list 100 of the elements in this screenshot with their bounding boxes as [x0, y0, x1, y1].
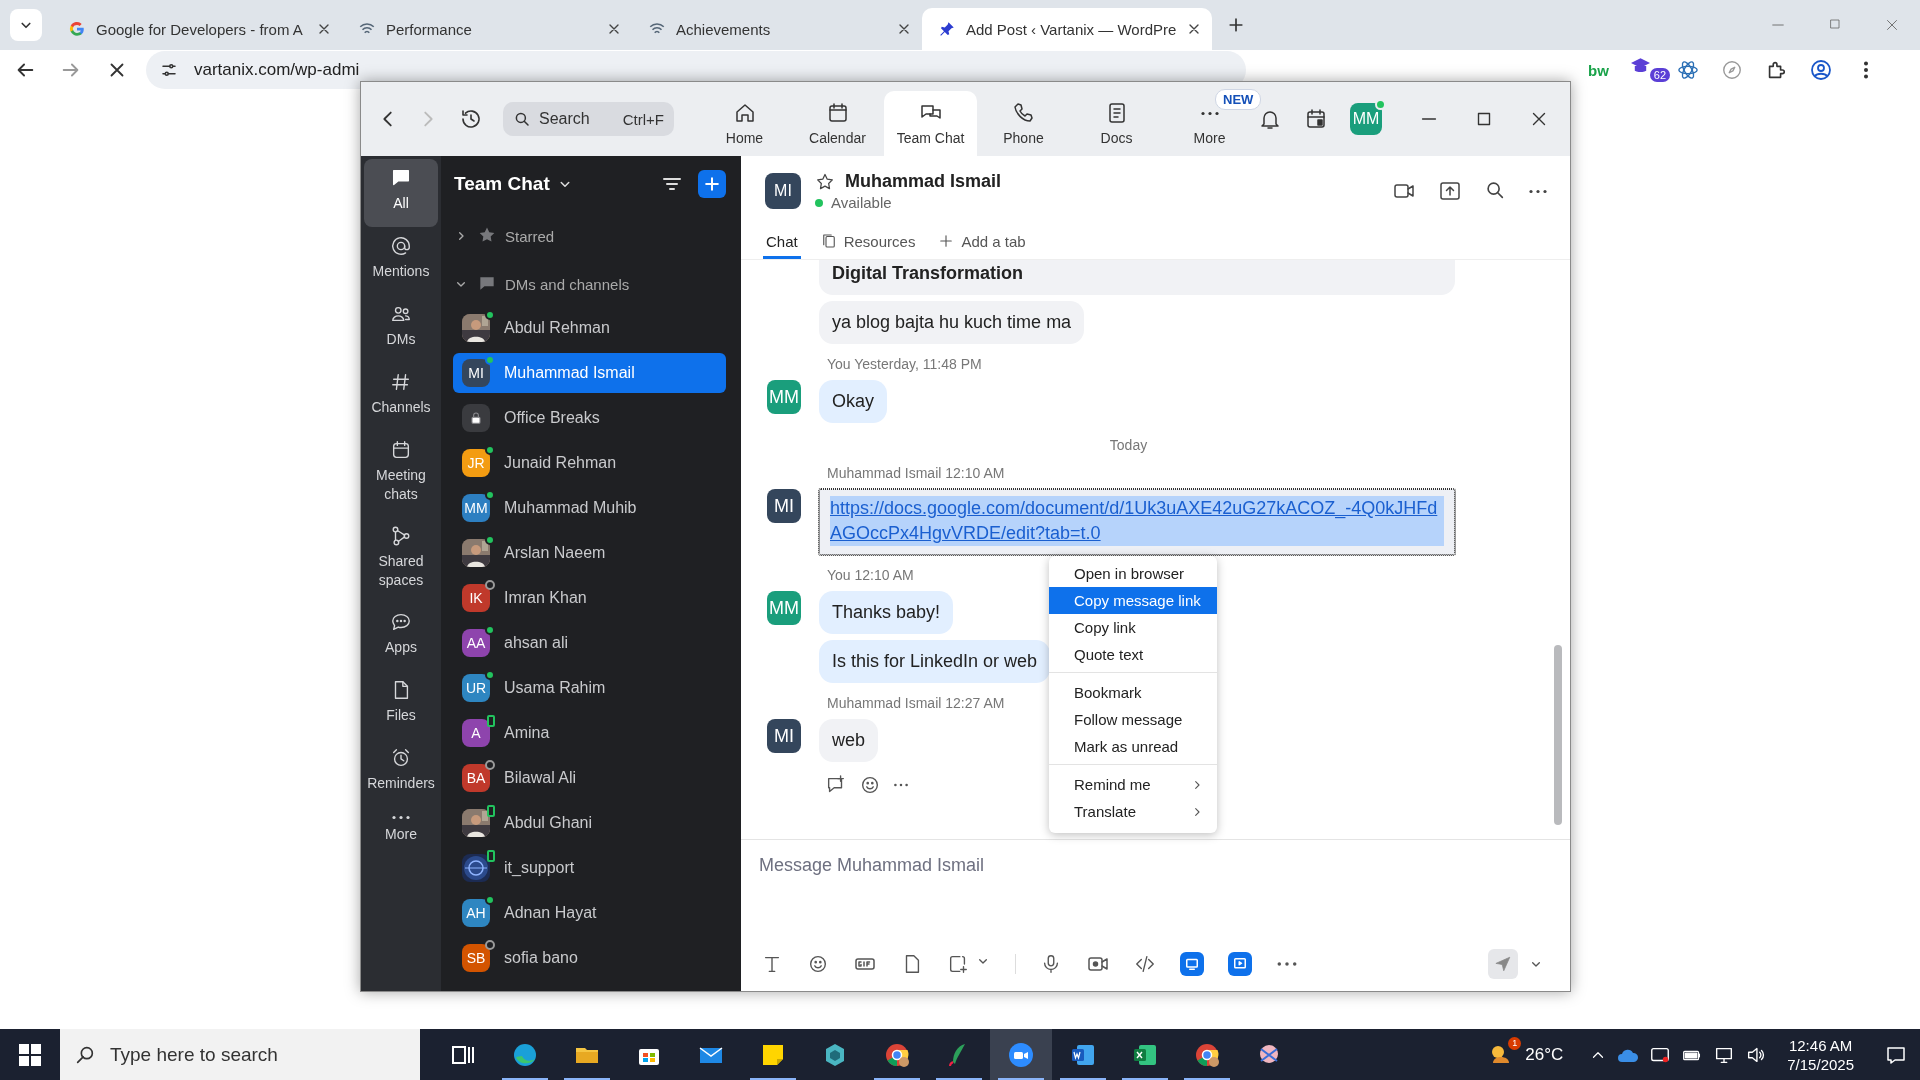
avatar-initials: JR: [467, 455, 485, 471]
send-button[interactable]: [1488, 949, 1518, 979]
avatar-initials: IK: [469, 590, 483, 606]
screenshot-icon[interactable]: [947, 953, 969, 975]
phone-icon: [1011, 101, 1036, 125]
video-camera-app-icon[interactable]: [1007, 1040, 1035, 1069]
menu-item[interactable]: Follow message: [1049, 706, 1217, 733]
star-outline-icon[interactable]: [815, 171, 835, 192]
nav-tab[interactable]: Team Chat: [884, 91, 977, 156]
message-link[interactable]: https://docs.google.com/document/d/1Uk3uAXE42uG27kACOZ_-4Q0kJHFdAGOccPx4HgvVRDE/edit?tab=t.0: [830, 496, 1444, 546]
browser-tab[interactable]: Google for Developers - from A: [52, 8, 342, 50]
avatar-initials: AA: [466, 635, 486, 651]
rail-item[interactable]: Channels: [364, 363, 438, 431]
rail-item[interactable]: Files: [364, 671, 438, 739]
chat-list-item[interactable]: JR Junaid Rehman: [453, 443, 726, 483]
clock[interactable]: 12:46 AM 7/15/2025: [1787, 1035, 1854, 1074]
chat-list-item[interactable]: Arslan Naeem: [453, 533, 726, 573]
chat-list-item[interactable]: Abdul Rehman: [453, 308, 726, 348]
alarm-clock-icon: [390, 747, 412, 769]
rail-item[interactable]: More: [364, 807, 438, 875]
chat-list-item[interactable]: it_support: [453, 848, 726, 888]
nav-tab[interactable]: Home: [698, 91, 791, 156]
sender-avatar: MM: [767, 380, 801, 414]
calendar-icon[interactable]: [1304, 107, 1328, 131]
message-bubble: ya blog bajta hu kuch time ma: [819, 301, 1085, 344]
chat-list-item[interactable]: SB sofia bano: [453, 938, 726, 978]
emoji-icon[interactable]: [807, 953, 829, 975]
section-header[interactable]: Starred: [453, 212, 726, 260]
chat-list-item[interactable]: UR Usama Rahim: [453, 668, 726, 708]
menu-item[interactable]: Bookmark: [1049, 679, 1217, 706]
chat-tab[interactable]: Chat: [763, 226, 801, 259]
rail-item[interactable]: Shared spaces: [364, 517, 438, 603]
rail-item[interactable]: Reminders: [364, 739, 438, 807]
chat-list-item[interactable]: IK Imran Khan: [453, 578, 726, 618]
menu-item[interactable]: Mark as unread: [1049, 733, 1217, 760]
search-icon: [513, 110, 531, 128]
nav-tab[interactable]: Docs: [1070, 91, 1163, 156]
chat-list-item[interactable]: BA Bilawal Ali: [453, 758, 726, 798]
globe-logo-icon: [462, 854, 490, 882]
rail-item[interactable]: Mentions: [364, 227, 438, 295]
chat-tab[interactable]: Resources: [816, 226, 919, 259]
search-field[interactable]: Search Ctrl+F: [503, 102, 674, 136]
chat-list-item[interactable]: A Amina: [453, 713, 726, 753]
more-icon[interactable]: [1528, 188, 1548, 194]
panel-title[interactable]: Team Chat: [454, 173, 550, 195]
temperature[interactable]: 26°C: [1525, 1044, 1564, 1065]
message-meta: Muhammad Ismail 12:10 AM: [826, 465, 1005, 483]
rail-item[interactable]: Meeting chats: [364, 431, 438, 517]
chat-list-item[interactable]: MM Muhammad Muhib: [453, 488, 726, 528]
taskbar-search-field[interactable]: Type here to search: [60, 1029, 420, 1080]
message-meta: Muhammad Ismail 12:27 AM: [826, 695, 1005, 713]
online-dot: [815, 198, 823, 207]
new-badge: NEW: [1215, 89, 1262, 110]
calendar-icon: [390, 439, 412, 461]
menu-item[interactable]: Copy link: [1049, 614, 1217, 641]
more-icon[interactable]: [893, 783, 909, 787]
chat-list-item[interactable]: AH Adnan Hayat: [453, 893, 726, 933]
rail-item[interactable]: Apps: [364, 603, 438, 671]
chat-tab[interactable]: Add a tab: [934, 226, 1029, 259]
chat-list-item[interactable]: AA ahsan ali: [453, 623, 726, 663]
menu-item[interactable]: Translate: [1049, 798, 1217, 825]
profile-icon[interactable]: [1808, 58, 1833, 82]
presence-status: Available: [831, 194, 892, 211]
chat-list-item[interactable]: Abdul Ghani: [453, 803, 726, 843]
browser-tab[interactable]: Achievements: [632, 8, 922, 50]
more-icon: [1199, 110, 1220, 116]
atom-icon[interactable]: [1676, 59, 1699, 81]
avatar-initials: BA: [466, 770, 486, 786]
nav-tab[interactable]: Phone: [977, 91, 1070, 156]
windows-start-icon[interactable]: [19, 1043, 41, 1066]
menu-item[interactable]: Open in browser: [1049, 560, 1217, 587]
whiteboard-app-icon[interactable]: [1180, 952, 1204, 976]
clips-app-icon[interactable]: [1228, 952, 1252, 976]
browser-tab[interactable]: Performance: [342, 8, 632, 50]
rail-item[interactable]: DMs: [364, 295, 438, 363]
avatar-initials: UR: [465, 680, 487, 696]
add-reaction-icon[interactable]: [859, 774, 881, 796]
chat-list-item[interactable]: Office Breaks: [453, 398, 726, 438]
scrollbar[interactable]: [1554, 645, 1562, 825]
nodes-icon: [390, 525, 412, 547]
compass-icon[interactable]: [1720, 59, 1743, 81]
share-screen-icon[interactable]: [1438, 179, 1462, 203]
graduation-cap-icon[interactable]: [1630, 58, 1650, 72]
message-input[interactable]: Message Muhammad Ismail: [759, 852, 1552, 878]
search-icon[interactable]: [1484, 179, 1506, 201]
more-icon[interactable]: [1276, 961, 1298, 967]
avatar-initials: SB: [466, 950, 486, 966]
nav-tab[interactable]: Calendar: [791, 91, 884, 156]
new-chat-button[interactable]: [698, 170, 726, 198]
section-header[interactable]: DMs and channels: [453, 260, 726, 308]
code-icon[interactable]: [1134, 953, 1156, 975]
menu-item[interactable]: Copy message link: [1049, 587, 1217, 614]
message-meta: You 12:10 AM: [826, 567, 914, 585]
chat-list-item[interactable]: MI Muhammad Ismail: [453, 353, 726, 393]
history-icon[interactable]: [459, 107, 483, 131]
menu-item[interactable]: Remind me: [1049, 771, 1217, 798]
avatar-initials: MM: [464, 500, 488, 516]
browser-tab[interactable]: Add Post ‹ Vartanix — WordPre: [922, 8, 1212, 50]
menu-item[interactable]: Quote text: [1049, 641, 1217, 668]
rail-item[interactable]: All: [364, 159, 438, 227]
